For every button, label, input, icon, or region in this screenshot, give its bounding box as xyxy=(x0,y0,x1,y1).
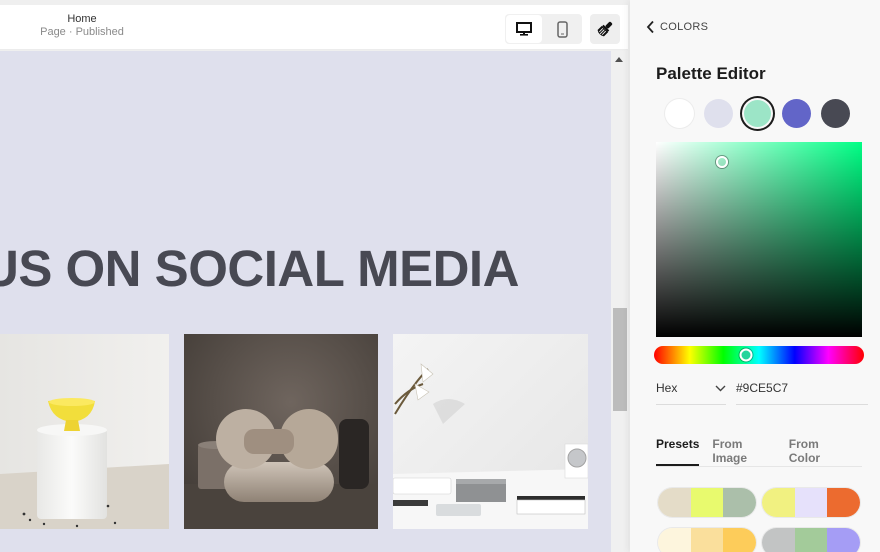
mobile-icon xyxy=(556,20,568,38)
preset-color-chip xyxy=(723,488,756,517)
chevron-down-icon xyxy=(715,385,726,391)
section-headline[interactable]: US ON SOCIAL MEDIA xyxy=(0,239,519,298)
scroll-up-arrow-icon[interactable] xyxy=(615,57,623,62)
hex-color-input[interactable] xyxy=(736,372,868,405)
preset-color-chip xyxy=(762,488,795,517)
scrollbar-thumb[interactable] xyxy=(613,308,627,411)
tab-from-image[interactable]: From Image xyxy=(712,437,775,466)
preset-palettes xyxy=(658,488,862,552)
hue-slider-handle[interactable] xyxy=(739,348,753,362)
palette-source-tabs: Presets From Image From Color xyxy=(656,437,862,467)
desktop-icon xyxy=(516,22,532,36)
chevron-left-icon xyxy=(646,20,654,34)
palette-swatch-light-lavender[interactable] xyxy=(704,99,733,128)
color-format-value: Hex xyxy=(656,381,678,395)
preset-color-chip xyxy=(794,488,828,517)
preset-color-chip xyxy=(690,528,724,552)
desktop-view-button[interactable] xyxy=(506,15,542,43)
palette-swatch-charcoal[interactable] xyxy=(821,99,850,128)
preset-color-chip xyxy=(690,488,724,517)
preset-color-chip xyxy=(762,528,795,552)
tab-presets[interactable]: Presets xyxy=(656,437,700,466)
page-info[interactable]: Home Page · Published xyxy=(30,13,134,39)
preset-color-chip xyxy=(658,528,691,552)
panel-title: Palette Editor xyxy=(656,64,766,83)
editor-topbar: Home Page · Published xyxy=(0,5,628,50)
page-title: Home xyxy=(67,13,97,25)
preset-palette[interactable] xyxy=(762,488,860,517)
page-status: Page · Published xyxy=(40,26,124,38)
mobile-view-button[interactable] xyxy=(543,14,581,44)
hue-slider[interactable] xyxy=(654,346,864,364)
device-toggle xyxy=(505,14,582,44)
palette-swatches xyxy=(665,99,860,128)
preset-color-chip xyxy=(827,488,860,517)
tab-from-color[interactable]: From Color xyxy=(789,437,849,466)
saturation-value-handle[interactable] xyxy=(715,155,728,168)
preset-palette[interactable] xyxy=(658,488,756,517)
app-root: Home Page · Published US ON SOCIAL MEDIA… xyxy=(0,0,880,552)
gallery-photo-pedestal[interactable] xyxy=(0,334,169,529)
preset-palette[interactable] xyxy=(762,528,860,552)
site-styles-button[interactable] xyxy=(590,14,620,44)
preset-color-chip xyxy=(658,488,691,517)
page-canvas[interactable]: US ON SOCIAL MEDIA xyxy=(0,51,611,552)
preset-palette[interactable] xyxy=(658,528,756,552)
back-label: COLORS xyxy=(660,21,709,33)
palette-swatch-indigo[interactable] xyxy=(782,99,811,128)
saturation-value-picker[interactable] xyxy=(656,142,862,337)
canvas-scrollbar[interactable] xyxy=(611,51,628,552)
palette-swatch-white[interactable] xyxy=(665,99,694,128)
gallery-photo-armchair[interactable] xyxy=(184,334,378,529)
preset-color-chip xyxy=(794,528,828,552)
color-format-select[interactable]: Hex xyxy=(656,372,726,405)
palette-editor-panel: COLORS Palette Editor Hex Presets From Im… xyxy=(630,0,880,552)
gallery-photo-desk[interactable] xyxy=(393,334,588,529)
photo-desk-image xyxy=(393,334,588,529)
photo-pedestal-image xyxy=(0,334,169,529)
back-to-colors-link[interactable]: COLORS xyxy=(646,20,708,34)
palette-swatch-mint[interactable] xyxy=(744,100,771,127)
paintbrush-icon xyxy=(597,21,613,37)
photo-armchair-image xyxy=(184,334,378,529)
preset-color-chip xyxy=(723,528,756,552)
preset-color-chip xyxy=(827,528,860,552)
editor-area: Home Page · Published US ON SOCIAL MEDIA xyxy=(0,0,630,552)
